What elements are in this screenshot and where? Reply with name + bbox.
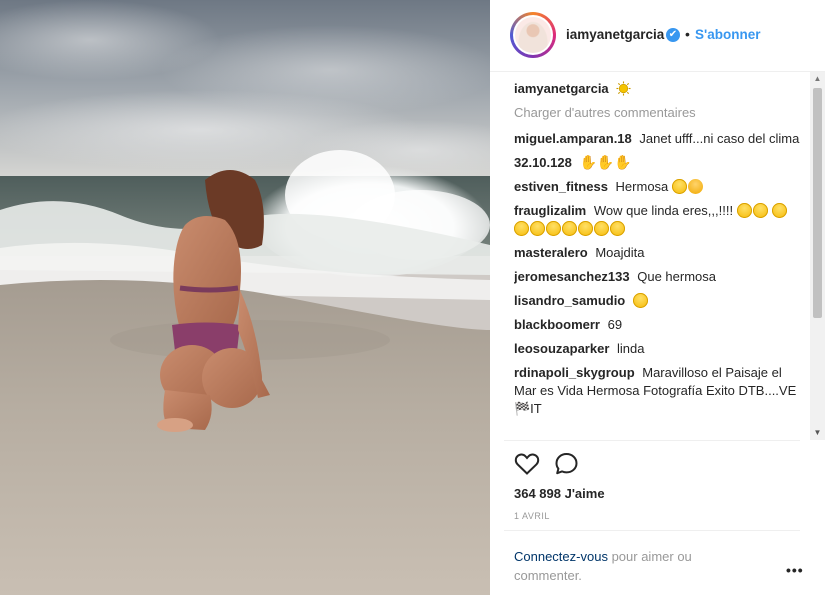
post-dialog: iamyanetgarcia ✔ • S'abonner iamyanetgar…: [0, 0, 825, 595]
scroll-up-arrow-icon[interactable]: ▲: [810, 72, 825, 86]
post-date[interactable]: 1 avril: [514, 511, 550, 521]
avatar-frame: [513, 15, 553, 55]
heart-eyes-emoji-icon: [671, 179, 687, 194]
comment-text: Hermosa: [615, 179, 669, 194]
smile-emoji-icon: [530, 221, 545, 236]
smile-emoji-icon: [736, 203, 752, 218]
comment-username[interactable]: lisandro_samudio: [514, 293, 629, 308]
sun-emoji-icon: [616, 81, 631, 96]
caption: iamyanetgarcia: [514, 80, 800, 98]
login-divider: [504, 530, 800, 531]
login-link[interactable]: Connectez-vous: [514, 549, 608, 564]
heart-eyes-emoji-icon: [632, 293, 648, 308]
post-photo[interactable]: [0, 0, 490, 595]
comment-username[interactable]: blackboomerr: [514, 317, 604, 332]
comment-text: Que hermosa: [637, 269, 716, 284]
comment-item: jeromesanchez133 Que hermosa: [514, 268, 800, 286]
post-sidebar: iamyanetgarcia ✔ • S'abonner iamyanetgar…: [490, 0, 825, 595]
wink-emoji-icon: [687, 179, 703, 194]
beach-photo-illustration: [0, 0, 490, 595]
smile-emoji-icon: [514, 221, 529, 236]
comment-text: Janet ufff...ni caso del clima: [639, 131, 800, 146]
smile-emoji-icon: [562, 221, 577, 236]
smile-emoji-icon: [594, 221, 609, 236]
comment-username[interactable]: jeromesanchez133: [514, 269, 633, 284]
comment-username[interactable]: masteralero: [514, 245, 591, 260]
wave-hand-emoji-icon: ✋: [596, 154, 615, 170]
post-header: iamyanetgarcia ✔ • S'abonner: [490, 0, 825, 72]
header-separator: •: [685, 26, 690, 42]
avatar-image: [515, 17, 551, 53]
heart-outline-icon[interactable]: [514, 452, 540, 476]
wave-hand-emoji-icon: ✋: [614, 154, 632, 170]
scroll-down-arrow-icon[interactable]: ▼: [810, 426, 825, 440]
caption-username[interactable]: iamyanetgarcia: [514, 81, 612, 96]
login-prompt: Connectez-vous pour aimer ou commenter.: [514, 547, 754, 585]
smile-emoji-icon: [772, 203, 788, 218]
comment-username[interactable]: estiven_fitness: [514, 179, 612, 194]
comment-text: 69: [607, 317, 623, 332]
scrollbar-thumb[interactable]: [813, 88, 822, 318]
comment-item: estiven_fitness Hermosa: [514, 178, 800, 196]
comment-bubble-icon[interactable]: [554, 452, 580, 476]
comment-item: masteralero Moajdita: [514, 244, 800, 262]
verified-badge-icon: ✔: [666, 28, 680, 42]
comment-text: linda: [617, 341, 645, 356]
comment-text: Moajdita: [595, 245, 645, 260]
load-more-comments[interactable]: Charger d'autres commentaires: [514, 104, 800, 122]
wave-hand-emoji-icon: ✋: [579, 154, 597, 170]
smile-emoji-icon: [610, 221, 625, 236]
comment-text: Wow que linda eres,,,!!!!: [593, 203, 734, 218]
smile-emoji-icon: [546, 221, 561, 236]
comment-item: blackboomerr 69: [514, 316, 800, 334]
owner-avatar[interactable]: [510, 12, 556, 58]
comment-username[interactable]: rdinapoli_skygroup: [514, 365, 638, 380]
like-count[interactable]: 364 898 J'aime: [514, 486, 605, 501]
comment-item: miguel.amparan.18 Janet ufff...ni caso d…: [514, 130, 800, 148]
actions-divider: [504, 440, 800, 441]
comment-item: rdinapoli_skygroup Maravilloso el Paisaj…: [514, 364, 800, 418]
follow-button[interactable]: S'abonner: [695, 27, 760, 42]
comment-item: frauglizalim Wow que linda eres,,,!!!!: [514, 202, 800, 238]
comments-scrollbar[interactable]: ▲ ▼: [810, 72, 825, 440]
comment-item: lisandro_samudio: [514, 292, 800, 310]
comment-item: 32.10.128 ✋✋✋: [514, 154, 800, 172]
comment-item: leosouzaparker linda: [514, 340, 800, 358]
owner-username[interactable]: iamyanetgarcia: [566, 27, 664, 42]
more-options-icon[interactable]: •••: [786, 562, 804, 578]
comment-username[interactable]: leosouzaparker: [514, 341, 613, 356]
smile-emoji-icon: [752, 203, 768, 218]
comment-username[interactable]: miguel.amparan.18: [514, 131, 635, 146]
comments-list: iamyanetgarcia Charger d'autres commenta…: [514, 80, 800, 438]
comment-username[interactable]: frauglizalim: [514, 203, 590, 218]
smile-emoji-icon: [578, 221, 593, 236]
comment-username[interactable]: 32.10.128: [514, 155, 575, 170]
